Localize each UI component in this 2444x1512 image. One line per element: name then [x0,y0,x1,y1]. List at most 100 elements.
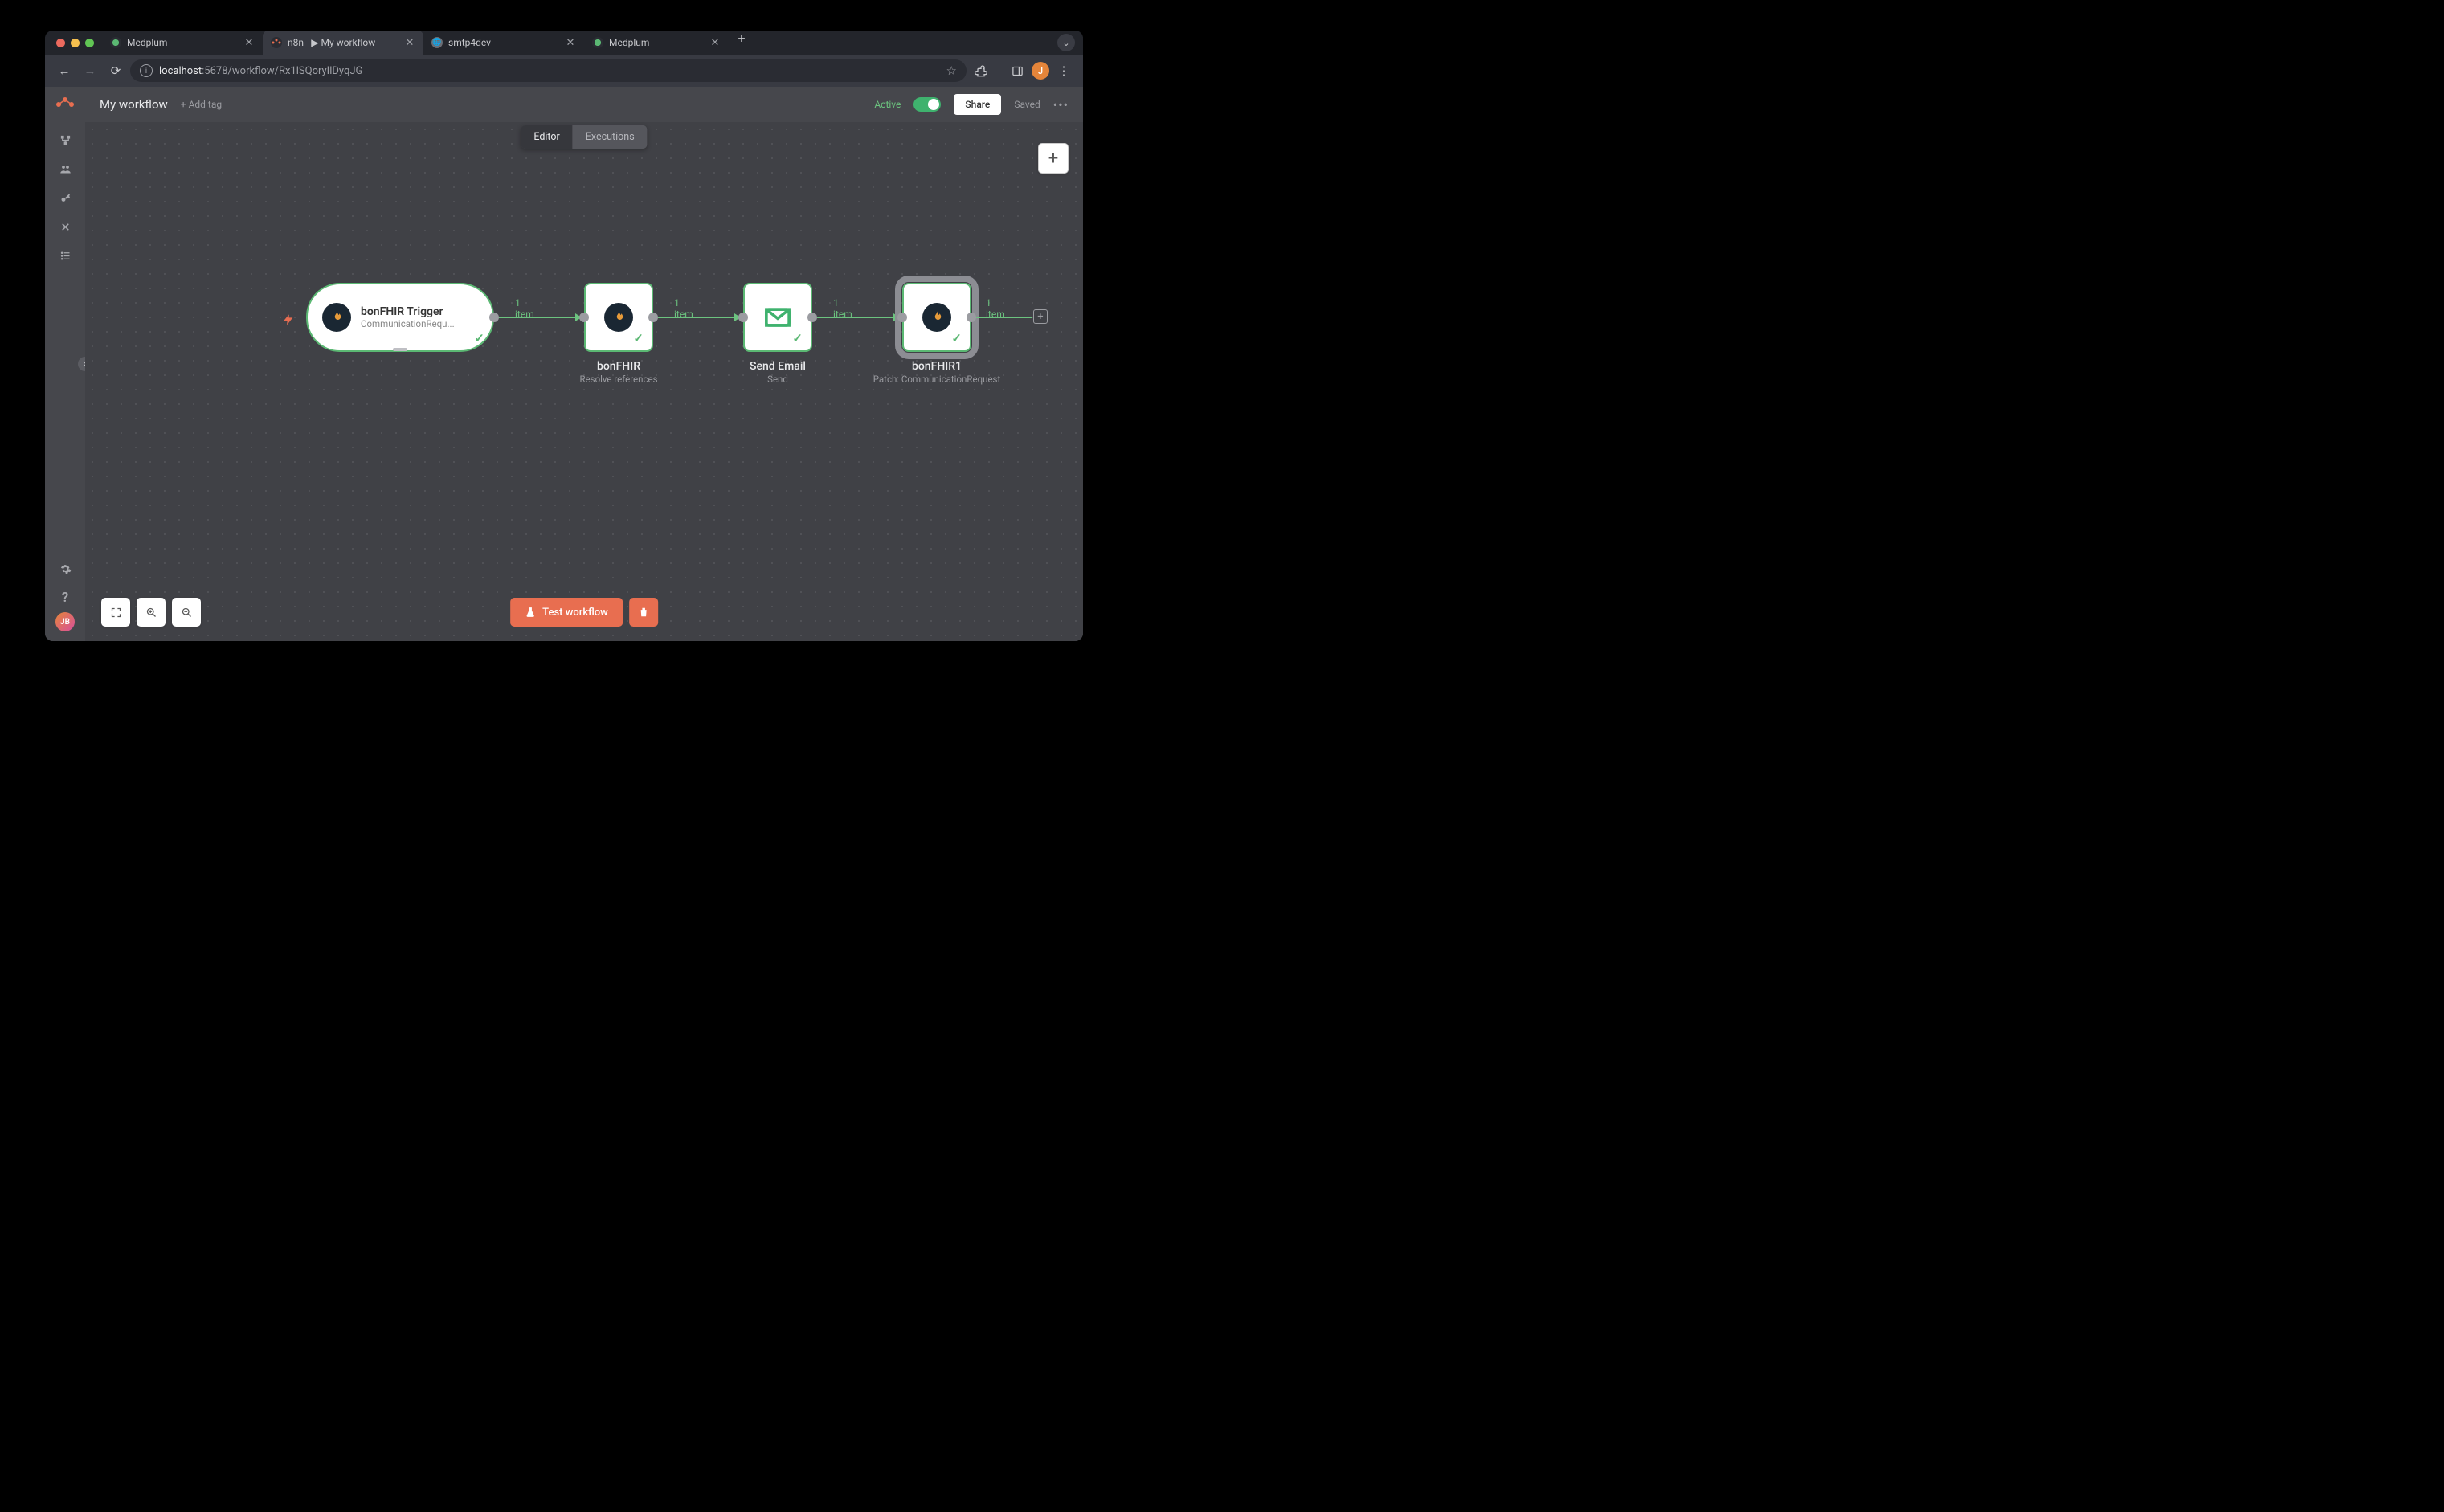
tab-executions[interactable]: Executions [573,125,648,149]
input-port[interactable] [579,313,589,322]
node-label: bonFHIR Resolve references [538,360,699,385]
zoom-in-button[interactable] [137,598,166,627]
url-text: localhost:5678/workflow/Rx1lSQoryIlDyqJG [159,65,362,77]
new-tab-button[interactable]: + [732,31,751,55]
tab-title: Medplum [609,37,709,48]
delete-button[interactable] [629,598,658,627]
tab-title: Medplum [127,37,243,48]
sidebar-item-credentials[interactable] [49,183,81,212]
side-panel-icon[interactable] [1006,59,1028,82]
node-title: Send Email [697,360,858,373]
app-content: ? JB › My workflow + Add tag Active Shar… [45,87,1083,641]
input-port[interactable] [738,313,748,322]
node-bonfhir1[interactable]: ✓ bonFHIR1 Patch: CommunicationRequest [902,283,971,352]
sidebar-item-team[interactable] [49,154,81,183]
tab-overflow-button[interactable]: ⌄ [1057,34,1075,51]
reload-button[interactable]: ⟳ [104,59,127,82]
maximize-window-button[interactable] [85,39,94,47]
browser-tab[interactable]: Medplum ✕ [584,31,729,55]
user-avatar[interactable]: JB [55,612,75,631]
browser-tab[interactable]: Medplum ✕ [102,31,263,55]
node-success-check-icon: ✓ [474,331,484,345]
node-title: bonFHIR Trigger [361,305,455,318]
sidebar-item-settings[interactable] [49,554,81,583]
node-label: bonFHIR1 Patch: CommunicationRequest [856,360,1017,385]
active-toggle[interactable] [913,97,941,112]
workflow-menu-button[interactable]: ••• [1053,97,1069,112]
trigger-bolt-icon [282,312,295,332]
node-bonfhir-trigger[interactable]: bonFHIR Trigger CommunicationRequ... ✓ [306,283,494,352]
close-tab-button[interactable]: ✕ [709,37,721,49]
workflow-canvas[interactable]: Editor Executions + bonF [85,122,1083,641]
url-host: localhost [159,65,202,77]
favicon-n8n-icon [271,37,282,48]
node-title: bonFHIR [538,360,699,373]
browser-tab-bar: Medplum ✕ n8n - ▶ My workflow ✕ 🌐 smtp4d… [45,31,1083,55]
connector[interactable] [817,317,897,318]
favicon-globe-icon: 🌐 [431,37,443,48]
zoom-out-button[interactable] [172,598,201,627]
window-controls [50,39,102,47]
extensions-icon[interactable] [970,59,992,82]
sidebar-item-variables[interactable] [49,212,81,241]
node-label: Send Email Send [697,360,858,385]
bookmark-star-icon[interactable]: ☆ [946,63,957,78]
test-workflow-button[interactable]: Test workflow [510,598,623,627]
sidebar-item-workflows[interactable] [49,125,81,154]
output-port[interactable] [648,313,658,322]
output-port[interactable] [967,313,976,322]
node-success-check-icon: ✓ [633,331,644,345]
node-bonfhir[interactable]: ✓ bonFHIR Resolve references [584,283,653,352]
node-send-email[interactable]: ✓ Send Email Send [743,283,812,352]
profile-avatar[interactable]: J [1032,62,1049,80]
forward-button[interactable]: → [79,59,101,82]
add-tag-button[interactable]: + Add tag [181,99,222,110]
view-tabs: Editor Executions [521,125,647,149]
browser-url-bar: ← → ⟳ i localhost:5678/workflow/Rx1lSQor… [45,55,1083,87]
fire-icon [322,303,351,332]
tab-title: smtp4dev [448,37,565,48]
site-info-icon[interactable]: i [140,64,153,77]
input-port[interactable] [897,313,907,322]
close-tab-button[interactable]: ✕ [404,37,415,49]
output-port[interactable] [807,313,817,322]
add-node-button[interactable]: + [1038,143,1069,174]
close-window-button[interactable] [56,39,65,47]
connector[interactable] [499,317,579,318]
node-subtitle: Send [697,374,858,385]
tab-editor[interactable]: Editor [521,125,572,149]
test-workflow-label: Test workflow [542,607,608,619]
node-success-check-icon: ✓ [951,331,962,345]
sidebar-item-checklist[interactable] [49,241,81,270]
browser-tabs: Medplum ✕ n8n - ▶ My workflow ✕ 🌐 smtp4d… [102,31,751,55]
close-tab-button[interactable]: ✕ [565,37,576,49]
node-success-check-icon: ✓ [792,331,803,345]
close-tab-button[interactable]: ✕ [243,37,255,49]
drag-handle[interactable] [393,348,407,351]
n8n-logo-icon[interactable] [54,93,76,116]
connector[interactable] [976,317,1032,318]
add-connection-button[interactable]: + [1033,309,1048,324]
connector[interactable] [658,317,738,318]
footer-actions: Test workflow [510,598,658,627]
trash-icon [638,607,649,618]
minimize-window-button[interactable] [71,39,80,47]
saved-status: Saved [1014,99,1040,110]
workflow-name[interactable]: My workflow [100,97,168,112]
flask-icon [525,607,536,618]
url-field[interactable]: i localhost:5678/workflow/Rx1lSQoryIlDyq… [130,59,967,82]
fullscreen-button[interactable] [101,598,130,627]
fire-icon [922,303,951,332]
sidebar-item-help[interactable]: ? [49,583,81,612]
browser-menu-icon[interactable]: ⋮ [1052,59,1075,82]
share-button[interactable]: Share [954,94,1001,115]
tab-title: n8n - ▶ My workflow [288,37,404,48]
browser-tab[interactable]: 🌐 smtp4dev ✕ [423,31,584,55]
node-subtitle: Resolve references [538,374,699,385]
canvas-controls [101,598,201,627]
node-subtitle: CommunicationRequ... [361,318,455,329]
browser-tab[interactable]: n8n - ▶ My workflow ✕ [263,31,423,55]
node-title: bonFHIR1 [856,360,1017,373]
back-button[interactable]: ← [53,59,76,82]
output-port[interactable] [489,313,499,322]
